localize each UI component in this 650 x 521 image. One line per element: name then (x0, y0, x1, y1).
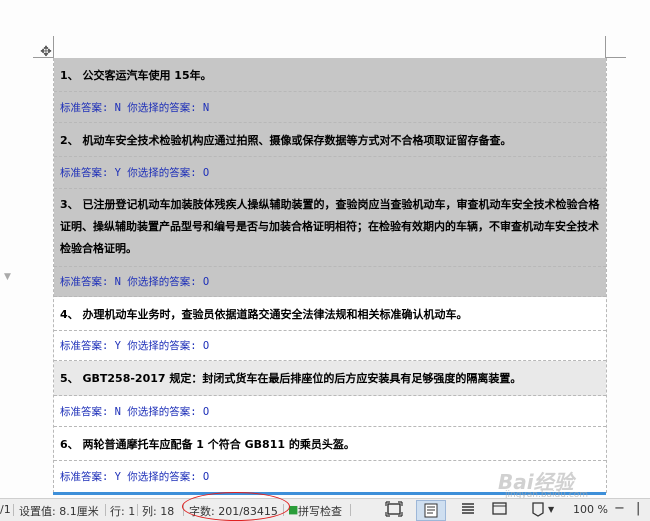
question-text: 5、 GBT258-2017 规定：封闭式货车在最后排座位的后方应安装具有足够强… (60, 372, 522, 385)
spell-check-label[interactable]: 拼写检查 (298, 503, 342, 519)
line-indicator[interactable]: 行: 1 (110, 503, 135, 519)
zoom-level[interactable]: 100 % (573, 503, 608, 516)
answer-row[interactable]: 标准答案: N 你选择的答案: N (54, 92, 606, 123)
highlight-circle (182, 492, 290, 521)
question-text: 6、 两轮普通摩托车应配备 1 个符合 GB811 的乘员头盔。 (60, 437, 355, 451)
answer-row[interactable]: 标准答案: N 你选择的答案: O (54, 267, 606, 297)
web-view-icon[interactable] (491, 501, 509, 517)
page-indicator[interactable]: /1 (0, 503, 11, 516)
answer-text: 标准答案: Y 你选择的答案: O (60, 340, 210, 352)
answer-text: 标准答案: Y 你选择的答案: O (60, 167, 210, 179)
crop-mark (606, 57, 626, 58)
zoom-out-icon[interactable]: − (614, 501, 625, 516)
question-text: 3、 已注册登记机动车加装肢体残疾人操纵辅助装置的，查验岗应当查验机动车，审查机… (60, 198, 600, 255)
zoom-slider-icon[interactable]: | (636, 501, 640, 516)
answer-text: 标准答案: N 你选择的答案: N (60, 101, 210, 114)
outline-view-icon[interactable] (459, 501, 477, 517)
answer-text: 标准答案: Y 你选择的答案: O (60, 471, 210, 483)
question-row[interactable]: 3、 已注册登记机动车加装肢体残疾人操纵辅助装置的，查验岗应当查验机动车，审查机… (54, 189, 606, 267)
crop-mark (605, 36, 606, 58)
table-move-handle-icon[interactable]: ✥ (38, 44, 54, 60)
chevron-down-icon[interactable]: ▼ (548, 505, 554, 514)
question-row[interactable]: 6、 两轮普通摩托车应配备 1 个符合 GB811 的乘员头盔。 (54, 427, 606, 461)
question-row[interactable]: 4、 办理机动车业务时，查验员依据道路交通安全法律法规和相关标准确认机动车。 (54, 297, 606, 331)
question-row[interactable]: 1、 公交客运汽车使用 15年。 (54, 58, 606, 92)
answer-row[interactable]: 标准答案: N 你选择的答案: O (54, 396, 606, 427)
question-table: 1、 公交客运汽车使用 15年。 标准答案: N 你选择的答案: N 2、 机动… (53, 58, 607, 493)
question-text: 2、 机动车安全技术检验机构应通过拍照、摄像或保存数据等方式对不合格项取证留存备… (60, 133, 512, 147)
page-view-button[interactable] (416, 500, 446, 521)
answer-text: 标准答案: N 你选择的答案: O (60, 276, 210, 288)
question-text: 1、 公交客运汽车使用 15年。 (60, 68, 212, 82)
reading-mode-icon[interactable] (530, 501, 548, 517)
question-text: 4、 办理机动车业务时，查验员依据道路交通安全法律法规和相关标准确认机动车。 (60, 307, 468, 321)
question-row[interactable]: 2、 机动车安全技术检验机构应通过拍照、摄像或保存数据等方式对不合格项取证留存备… (54, 123, 606, 157)
fullscreen-icon[interactable] (385, 501, 403, 517)
ruler-marker-icon: ▼ (4, 272, 11, 282)
answer-text: 标准答案: N 你选择的答案: O (60, 405, 210, 418)
answer-row[interactable]: 标准答案: Y 你选择的答案: O (54, 331, 606, 361)
setting-value[interactable]: 设置值: 8.1厘米 (19, 503, 99, 519)
document-canvas: ✥ ▼ 1、 公交客运汽车使用 15年。 标准答案: N 你选择的答案: N 2… (0, 0, 650, 520)
column-indicator[interactable]: 列: 18 (142, 503, 174, 519)
answer-row[interactable]: 标准答案: Y 你选择的答案: O (54, 157, 606, 189)
question-row[interactable]: 5、 GBT258-2017 规定：封闭式货车在最后排座位的后方应安装具有足够强… (54, 361, 606, 396)
page-view-icon (424, 503, 438, 518)
status-bar: /1 设置值: 8.1厘米 行: 1 列: 18 字数: 201/83415 ■… (0, 498, 650, 521)
